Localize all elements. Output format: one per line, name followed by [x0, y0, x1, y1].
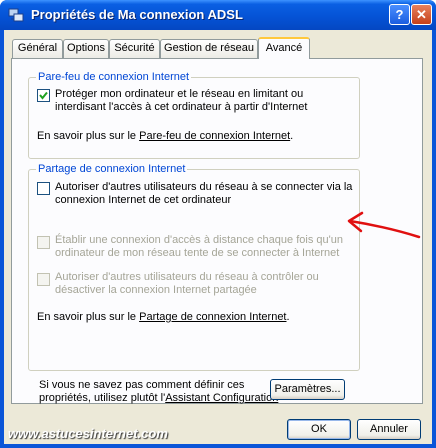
close-button[interactable]: ✕	[411, 4, 432, 25]
hint-prefix: propriétés, utilisez plutôt l'	[39, 392, 166, 404]
cancel-button[interactable]: Annuler	[357, 419, 421, 440]
settings-button[interactable]: Paramètres...	[270, 379, 345, 400]
sharing-group: Partage de connexion Internet Autoriser …	[28, 163, 360, 371]
tab-general[interactable]: Général	[12, 39, 63, 58]
dial-on-demand-label: Établir une connexion d'accès à distance…	[55, 234, 343, 259]
sharing-learn-suffix: .	[286, 311, 290, 323]
ok-button[interactable]: OK	[287, 419, 351, 440]
dialog-body: Général Options Sécurité Gestion de rése…	[4, 30, 432, 444]
sharing-learn-prefix: En savoir plus sur le	[37, 311, 140, 323]
tab-security[interactable]: Sécurité	[109, 39, 160, 58]
allow-control-label: Autoriser d'autres utilisateurs du résea…	[55, 271, 319, 296]
hint-line-1: Si vous ne savez pas comment définir ces	[39, 379, 245, 391]
firewall-help-link[interactable]: Pare-feu de connexion Internet	[139, 130, 290, 142]
firewall-learn-prefix: En savoir plus sur le	[37, 130, 140, 142]
sharing-help-link[interactable]: Partage de connexion Internet	[139, 311, 286, 323]
checkmark-icon	[39, 91, 48, 100]
help-button[interactable]: ?	[389, 4, 410, 25]
allow-sharing-label: Autoriser d'autres utilisateurs du résea…	[55, 181, 353, 206]
tab-networking[interactable]: Gestion de réseau	[160, 39, 258, 58]
title-bar[interactable]: Propriétés de Ma connexion ADSL ? ✕	[0, 0, 436, 30]
firewall-learn-more: En savoir plus sur le Pare-feu de connex…	[37, 130, 293, 143]
sharing-learn-more: En savoir plus sur le Partage de connexi…	[37, 311, 290, 324]
network-connection-icon	[8, 8, 24, 22]
properties-dialog: Propriétés de Ma connexion ADSL ? ✕ Géné…	[0, 0, 436, 448]
allow-control-checkbox[interactable]	[37, 273, 50, 286]
hint-line-2: propriétés, utilisez plutôt l'Assistant …	[39, 392, 278, 405]
annotation-arrow-icon	[347, 211, 421, 239]
allow-sharing-checkbox[interactable]	[37, 182, 50, 195]
tab-advanced[interactable]: Avancé	[258, 37, 310, 59]
advanced-panel: Pare-feu de connexion Internet Protéger …	[11, 58, 423, 404]
protect-computer-label: Protéger mon ordinateur et le réseau en …	[55, 88, 308, 113]
protect-computer-checkbox[interactable]	[37, 89, 50, 102]
watermark: www.astucesinternet.com	[8, 426, 168, 441]
firewall-group: Pare-feu de connexion Internet Protéger …	[28, 71, 360, 159]
firewall-learn-suffix: .	[290, 130, 294, 142]
firewall-group-label: Pare-feu de connexion Internet	[36, 71, 192, 83]
dial-on-demand-checkbox[interactable]	[37, 236, 50, 249]
sharing-group-label: Partage de connexion Internet	[36, 163, 188, 175]
tab-options[interactable]: Options	[63, 39, 109, 58]
wizard-link[interactable]: Assistant Configuration	[165, 392, 278, 404]
window-title: Propriétés de Ma connexion ADSL	[31, 7, 243, 22]
